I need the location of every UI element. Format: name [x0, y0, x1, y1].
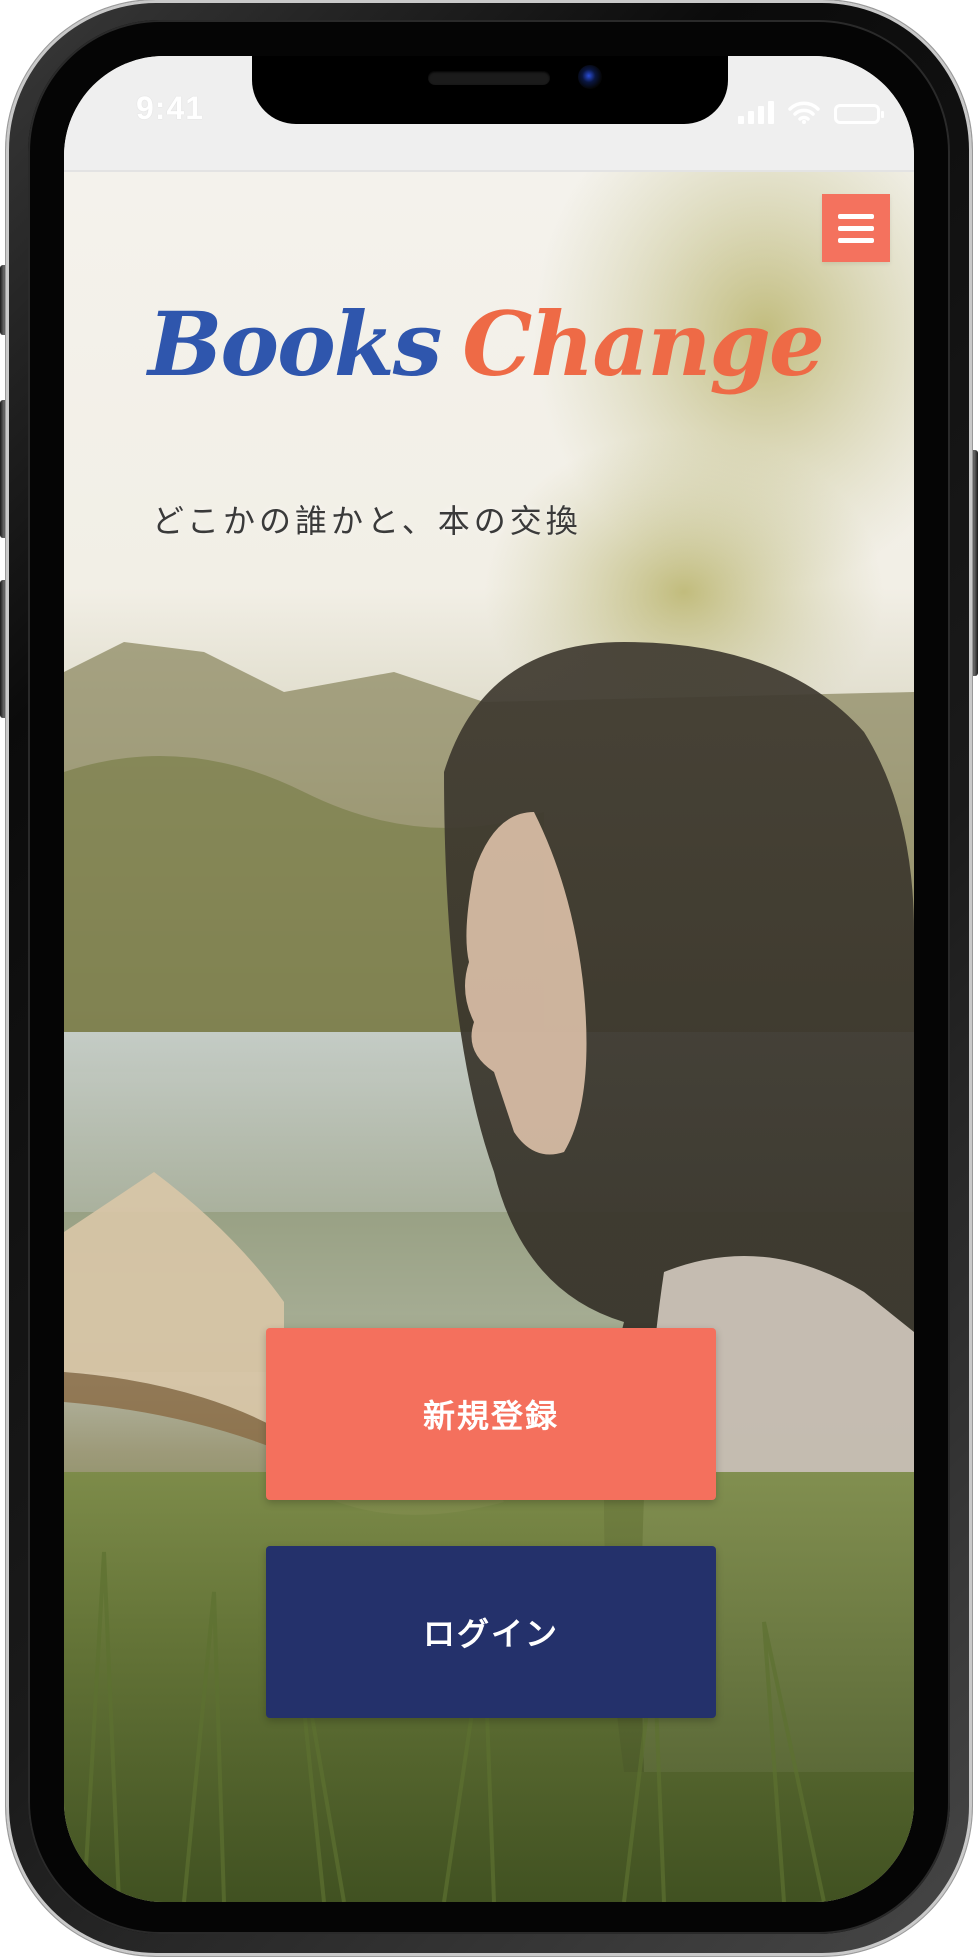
status-time: 9:41 — [136, 90, 205, 126]
notch — [252, 56, 728, 124]
wifi-icon — [788, 101, 820, 124]
battery-icon — [834, 104, 884, 124]
logo-word-books: Books — [148, 292, 442, 396]
login-button[interactable]: ログイン — [266, 1546, 716, 1718]
hamburger-menu-button[interactable] — [822, 194, 890, 262]
logo-word-change: Change — [462, 292, 825, 396]
status-icons — [738, 96, 884, 124]
front-camera — [578, 65, 602, 89]
hero-section: Books Change どこかの誰かと、本の交換 新規登録 ログイン — [64, 172, 914, 1902]
device-mockup: 9:41 Books Change どこかの誰かと、本の交換 新規登録 ログイン — [0, 0, 978, 1959]
phone-screen: 9:41 Books Change どこかの誰かと、本の交換 新規登録 ログイン — [64, 56, 914, 1902]
speaker-grille — [428, 71, 550, 85]
cellular-signal-icon — [738, 100, 774, 124]
signup-button[interactable]: 新規登録 — [266, 1328, 716, 1500]
tagline: どこかの誰かと、本の交換 — [152, 502, 582, 540]
brand-logo: Books Change — [148, 300, 825, 388]
